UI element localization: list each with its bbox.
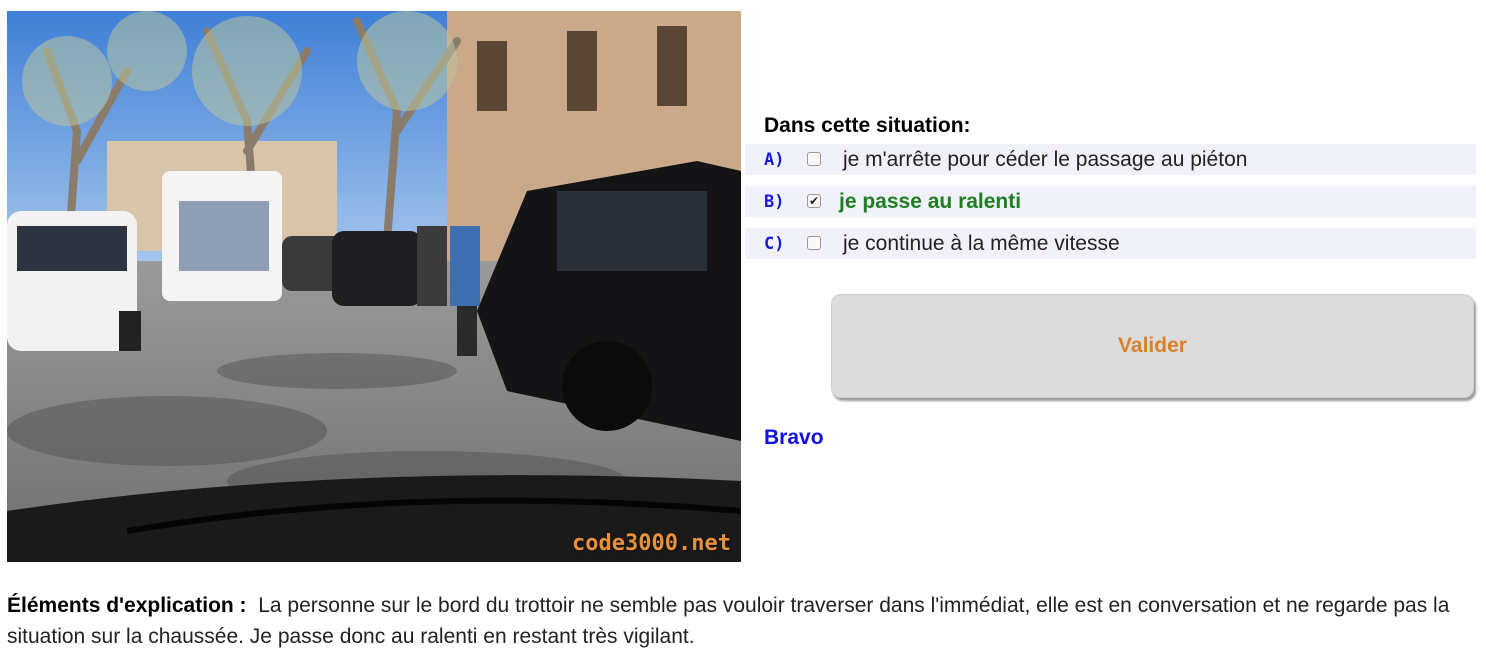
answer-option-c[interactable]: C) je continue à la même vitesse (745, 228, 1476, 259)
answer-text: je m'arrête pour céder le passage au pié… (843, 147, 1248, 171)
answer-letter: C) (764, 233, 785, 254)
question-title: Dans cette situation: (764, 114, 971, 137)
answer-checkbox[interactable]: ✔ (807, 194, 821, 208)
answer-list: A) je m'arrête pour céder le passage au … (745, 144, 1476, 270)
answer-text: je continue à la même vitesse (843, 231, 1120, 255)
answer-text: je passe au ralenti (839, 189, 1022, 213)
explanation-label: Éléments d'explication : (7, 594, 247, 617)
feedback-message: Bravo (764, 426, 824, 449)
street-scene-illustration (7, 11, 741, 562)
answer-letter: B) (764, 191, 785, 212)
answer-letter: A) (764, 149, 785, 170)
answer-checkbox[interactable] (807, 152, 821, 166)
explanation-block: Éléments d'explication : La personne sur… (7, 590, 1477, 652)
answer-option-a[interactable]: A) je m'arrête pour céder le passage au … (745, 144, 1476, 175)
validate-button[interactable]: Valider (831, 294, 1474, 398)
answer-option-b[interactable]: B) ✔ je passe au ralenti (745, 186, 1476, 217)
answer-checkbox[interactable] (807, 236, 821, 250)
watermark-text: code3000.net (572, 531, 731, 556)
situation-photo: code3000.net (7, 11, 741, 562)
